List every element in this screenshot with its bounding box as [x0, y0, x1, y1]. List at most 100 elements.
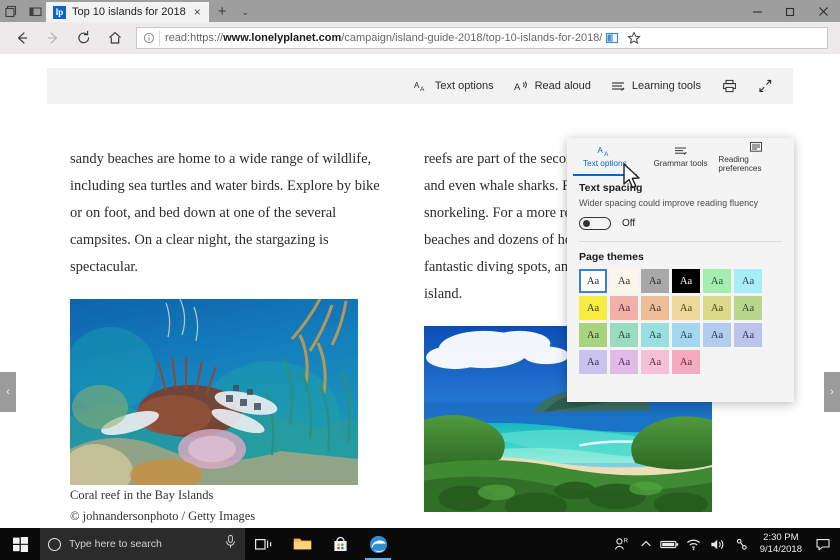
page-theme-swatch[interactable]: Aa: [579, 323, 607, 347]
print-icon: [721, 78, 737, 94]
text-spacing-description: Wider spacing could improve reading flue…: [579, 198, 782, 208]
reading-view: AA Text options A Read aloud Learning to…: [0, 54, 840, 560]
forward-button[interactable]: [39, 25, 67, 51]
browser-tab-active[interactable]: lp Top 10 islands for 2018 ×: [46, 2, 209, 22]
page-theme-swatch[interactable]: Aa: [734, 296, 762, 320]
windows-start-icon: [13, 537, 28, 552]
onedrive-icon[interactable]: [730, 528, 754, 560]
page-theme-swatch[interactable]: Aa: [641, 350, 669, 374]
svg-text:A: A: [420, 86, 425, 93]
clock-date: 9/14/2018: [760, 544, 802, 556]
figure-caption: Coral reef in the Bay Islands: [70, 485, 388, 506]
page-theme-swatch[interactable]: Aa: [703, 296, 731, 320]
edge-browser-button[interactable]: [359, 528, 397, 560]
address-bar-divider: [159, 31, 160, 46]
read-aloud-icon: A: [514, 78, 530, 94]
navigation-bar: read:https://www.lonelyplanet.com/campai…: [0, 22, 840, 54]
action-center-button[interactable]: [810, 528, 836, 560]
flyout-tab-text-options[interactable]: AA Text options: [567, 138, 643, 172]
fullscreen-icon: [757, 78, 773, 94]
toolbar-fullscreen[interactable]: [747, 68, 783, 104]
page-theme-swatch[interactable]: Aa: [672, 350, 700, 374]
battery-icon[interactable]: [658, 528, 682, 560]
restore-button[interactable]: [774, 0, 807, 22]
toolbar-read-aloud[interactable]: A Read aloud: [504, 68, 601, 104]
tab-close-icon[interactable]: ×: [192, 6, 203, 18]
page-theme-swatch[interactable]: Aa: [579, 269, 607, 293]
file-explorer-button[interactable]: [283, 528, 321, 560]
toolbar-print[interactable]: [711, 68, 747, 104]
volume-icon[interactable]: [706, 528, 730, 560]
cortana-circle-icon: [48, 538, 61, 551]
page-theme-swatch[interactable]: Aa: [672, 269, 700, 293]
window-controls: [741, 0, 840, 22]
site-info-icon[interactable]: [141, 30, 157, 46]
page-themes-heading: Page themes: [579, 251, 782, 263]
start-button[interactable]: [0, 528, 40, 560]
svg-text:A: A: [604, 151, 609, 157]
next-page-button[interactable]: ›: [824, 372, 840, 412]
text-spacing-toggle-state: Off: [622, 218, 635, 229]
taskbar-search-box[interactable]: Type here to search: [40, 528, 245, 560]
page-theme-swatch[interactable]: Aa: [703, 323, 731, 347]
flyout-tab-reading-preferences[interactable]: Reading preferences: [718, 138, 794, 172]
home-button[interactable]: [101, 25, 129, 51]
windows-taskbar: Type here to search R: [0, 528, 840, 560]
text-spacing-toggle[interactable]: [579, 217, 611, 230]
flyout-tab-text-options-label: Text options: [583, 159, 627, 168]
microsoft-store-button[interactable]: [321, 528, 359, 560]
show-hidden-icons-icon[interactable]: [634, 528, 658, 560]
edge-browser-icon: [369, 535, 388, 554]
page-theme-swatch[interactable]: Aa: [672, 296, 700, 320]
address-bar[interactable]: read:https://www.lonelyplanet.com/campai…: [136, 27, 828, 49]
page-theme-swatch[interactable]: Aa: [610, 296, 638, 320]
close-button[interactable]: [807, 0, 840, 22]
text-options-icon: AA: [414, 78, 430, 94]
microphone-icon[interactable]: [224, 534, 237, 554]
minimize-button[interactable]: [741, 0, 774, 22]
page-theme-swatch[interactable]: Aa: [734, 323, 762, 347]
wifi-icon[interactable]: [682, 528, 706, 560]
page-theme-swatch[interactable]: Aa: [641, 269, 669, 293]
page-theme-swatch[interactable]: Aa: [610, 323, 638, 347]
set-tabs-aside-icon[interactable]: [4, 4, 18, 18]
text-spacing-toggle-row: Off: [579, 217, 782, 230]
page-theme-swatch[interactable]: Aa: [641, 296, 669, 320]
back-button[interactable]: [8, 25, 36, 51]
file-explorer-icon: [293, 536, 312, 552]
reading-view-icon[interactable]: [602, 28, 622, 48]
browser-window: lp Top 10 islands for 2018 × + ⌄: [0, 0, 840, 560]
svg-text:A: A: [514, 82, 521, 93]
flyout-tab-grammar-tools[interactable]: Grammar tools: [643, 138, 719, 172]
learning-tools-icon: [611, 78, 627, 94]
refresh-button[interactable]: [70, 25, 98, 51]
tab-menu-chevron-icon[interactable]: ⌄: [236, 2, 256, 22]
page-theme-swatch[interactable]: Aa: [734, 269, 762, 293]
page-theme-swatch[interactable]: Aa: [610, 350, 638, 374]
page-theme-swatch[interactable]: Aa: [703, 269, 731, 293]
svg-text:A: A: [597, 146, 603, 155]
page-theme-swatch[interactable]: Aa: [579, 350, 607, 374]
new-tab-button[interactable]: +: [209, 2, 236, 22]
reading-toolbar: AA Text options A Read aloud Learning to…: [47, 68, 793, 104]
tab-favicon: lp: [53, 6, 66, 19]
figure-coral-reef: Coral reef in the Bay Islands © johnande…: [70, 299, 388, 527]
article-column-left: sandy beaches are home to a wide range o…: [70, 146, 388, 560]
tabs-you-set-aside-icon[interactable]: [28, 4, 42, 18]
flyout-divider: [579, 241, 782, 242]
toolbar-learning-tools[interactable]: Learning tools: [601, 68, 711, 104]
favorite-star-icon[interactable]: [624, 28, 644, 48]
people-icon[interactable]: R: [610, 528, 634, 560]
address-bar-actions: [602, 28, 644, 48]
page-theme-swatch[interactable]: Aa: [672, 323, 700, 347]
url-domain: www.lonelyplanet.com: [223, 32, 341, 44]
page-theme-swatch[interactable]: Aa: [641, 323, 669, 347]
taskbar-clock[interactable]: 2:30 PM 9/14/2018: [754, 532, 810, 556]
previous-page-button[interactable]: ‹: [0, 372, 16, 412]
reading-preferences-icon: [748, 141, 764, 153]
toolbar-text-options[interactable]: AA Text options: [404, 68, 504, 104]
page-theme-swatch[interactable]: Aa: [579, 296, 607, 320]
page-theme-swatch[interactable]: Aa: [610, 269, 638, 293]
titlebar-left-icons: [0, 0, 46, 22]
task-view-button[interactable]: [245, 528, 283, 560]
